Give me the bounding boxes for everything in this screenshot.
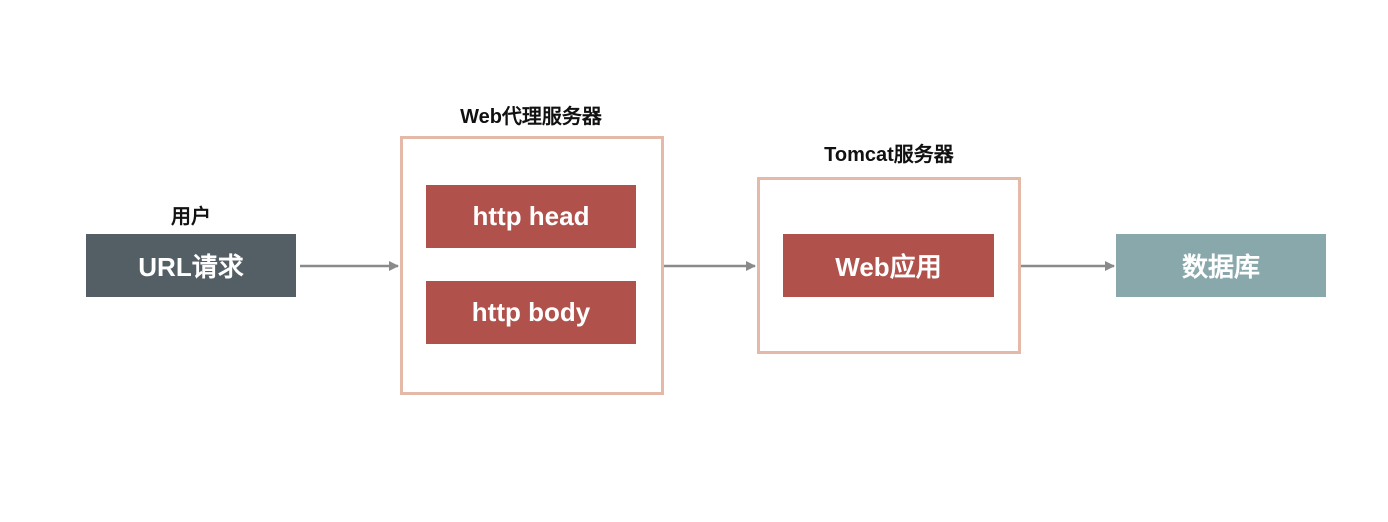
proxy-server-label: Web代理服务器: [460, 106, 602, 128]
web-app-box: Web应用: [783, 234, 994, 297]
url-request-box: URL请求: [86, 234, 296, 297]
tomcat-server-label: Tomcat服务器: [824, 144, 954, 166]
user-label: 用户: [171, 206, 211, 228]
http-head-box: http head: [426, 185, 636, 248]
proxy-server-frame: [400, 136, 664, 395]
http-body-box: http body: [426, 281, 636, 344]
database-box: 数据库: [1116, 234, 1326, 297]
